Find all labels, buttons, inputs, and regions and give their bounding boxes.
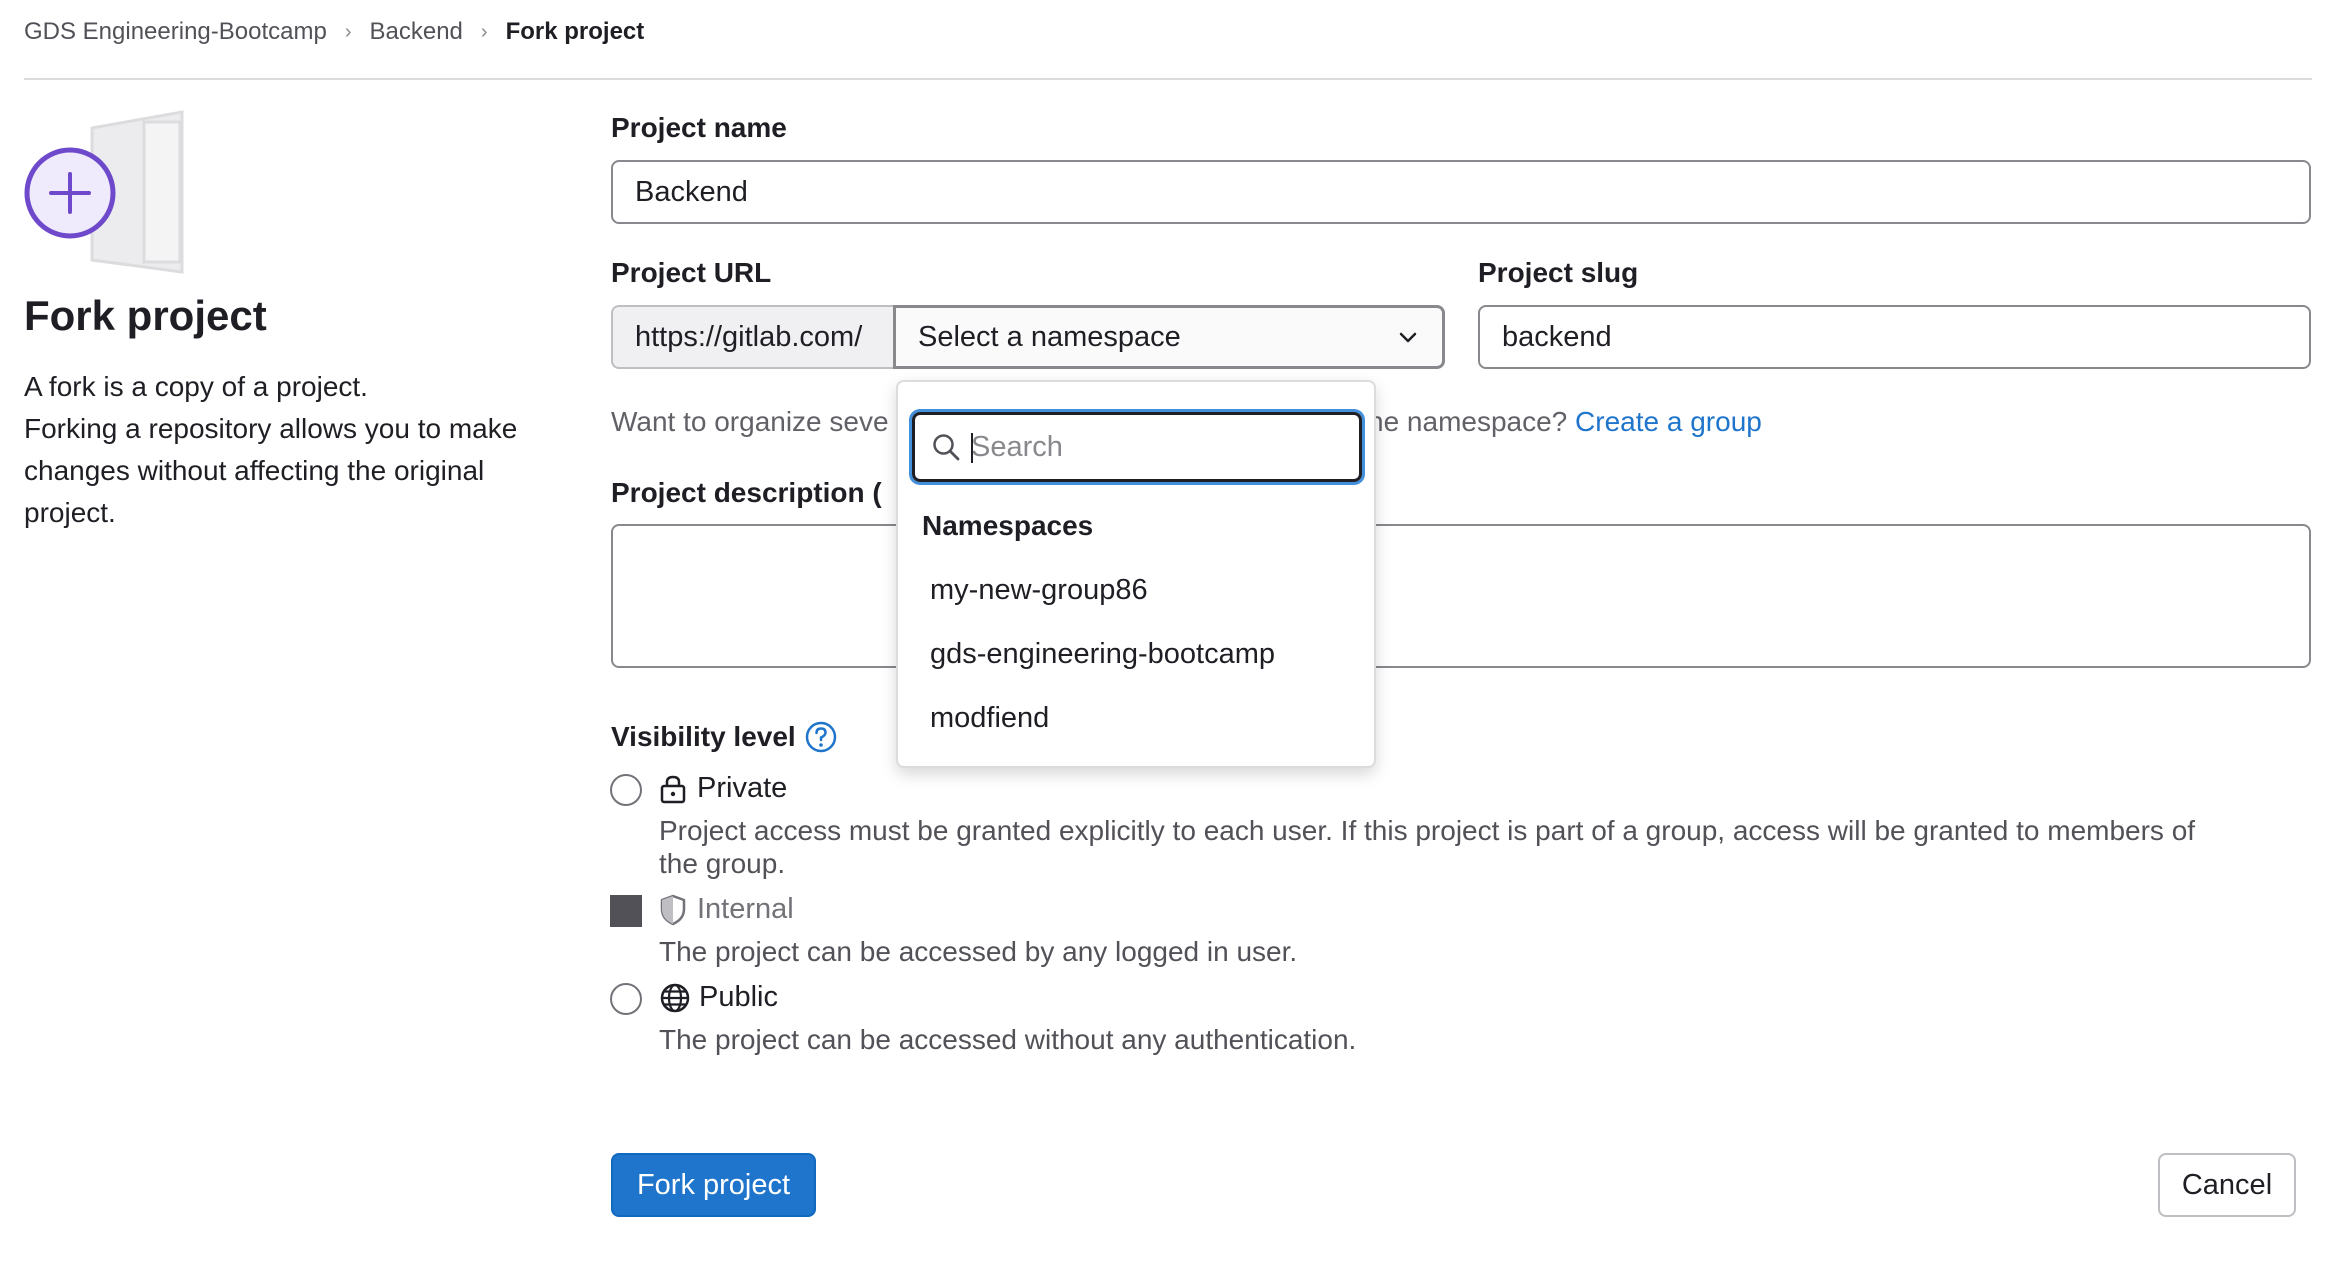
visibility-radio-private[interactable]: [610, 774, 642, 806]
question-circle-icon[interactable]: [804, 720, 838, 754]
private-description-line: the group.: [659, 848, 786, 879]
breadcrumb-item-project[interactable]: Backend: [370, 18, 463, 46]
project-description-textarea[interactable]: [611, 524, 2311, 668]
private-description: Project access must be granted explicitl…: [659, 814, 2195, 880]
fork-description-line: A fork is a copy of a project.: [24, 371, 368, 402]
organize-help-text-end: ne namespace? Create a group: [1368, 406, 1762, 438]
namespace-option[interactable]: modfiend: [930, 702, 1049, 735]
create-group-link[interactable]: Create a group: [1575, 406, 1762, 437]
namespace-search-input[interactable]: Search: [912, 412, 1362, 482]
visibility-radio-public[interactable]: [610, 983, 642, 1015]
fork-description-line: project.: [24, 497, 116, 528]
visibility-option-private: Private: [659, 772, 787, 805]
visibility-radio-internal[interactable]: [610, 895, 642, 927]
project-name-value: Backend: [635, 175, 748, 208]
fork-description-line: changes without affecting the original: [24, 455, 485, 486]
visibility-heading: Visibility level: [611, 720, 838, 754]
namespace-select-label: Select a namespace: [918, 320, 1181, 353]
fork-project-button[interactable]: Fork project: [611, 1153, 816, 1217]
namespace-select[interactable]: Select a namespace: [893, 305, 1445, 369]
visibility-option-public: Public: [659, 981, 778, 1014]
breadcrumb-item-current[interactable]: Fork project: [506, 18, 645, 46]
namespace-option[interactable]: my-new-group86: [930, 574, 1148, 607]
visibility-label: Visibility level: [611, 721, 796, 752]
internal-description-line: The project can be accessed by any logge…: [659, 936, 1298, 967]
namespace-search-placeholder: Search: [971, 430, 1063, 463]
project-url-label: Project URL: [611, 257, 772, 288]
chevron-down-icon: [1399, 332, 1417, 343]
cancel-button[interactable]: Cancel: [2158, 1153, 2296, 1217]
url-prefix-text: https://gitlab.com/: [635, 320, 863, 353]
organize-help-text-tail: ne namespace?: [1368, 406, 1568, 437]
internal-label: Internal: [697, 893, 794, 925]
project-description-label: Project description (: [611, 477, 882, 508]
private-description-line: Project access must be granted explicitl…: [659, 815, 2196, 846]
globe-icon: [660, 983, 690, 1012]
shield-icon: [660, 894, 686, 925]
plus-circle-icon: [24, 147, 116, 239]
public-description: The project can be accessed without any …: [659, 1023, 1356, 1056]
private-label: Private: [697, 772, 788, 804]
header-divider: [24, 78, 2312, 80]
project-slug-input[interactable]: backend: [1478, 305, 2311, 369]
project-name-input[interactable]: Backend: [611, 160, 2311, 224]
text-cursor: [971, 433, 973, 463]
project-slug-label: Project slug: [1478, 257, 1639, 288]
public-description-line: The project can be accessed without any …: [659, 1024, 1357, 1055]
lock-icon: [660, 775, 686, 803]
search-icon: [933, 434, 960, 461]
fork-illustration: [24, 110, 184, 274]
fork-description: A fork is a copy of a project. Forking a…: [24, 366, 564, 534]
namespace-dropdown: Search Namespaces my-new-group86 gds-eng…: [896, 380, 1376, 768]
visibility-option-internal: Internal: [659, 893, 794, 926]
chevron-right-icon: ›: [344, 20, 352, 43]
namespaces-header: Namespaces: [922, 510, 1094, 541]
organize-help-text: Want to organize seve: [611, 406, 889, 437]
breadcrumb-item-group[interactable]: GDS Engineering-Bootcamp: [24, 18, 327, 46]
internal-description: The project can be accessed by any logge…: [659, 935, 1297, 968]
project-slug-value: backend: [1502, 320, 1612, 353]
fork-description-line: Forking a repository allows you to make: [24, 413, 518, 444]
page-title: Fork project: [24, 292, 267, 339]
project-name-label: Project name: [611, 112, 787, 143]
url-prefix: https://gitlab.com/: [611, 305, 896, 369]
chevron-right-icon: ›: [480, 20, 488, 43]
public-label: Public: [699, 981, 778, 1013]
namespace-option[interactable]: gds-engineering-bootcamp: [930, 638, 1275, 671]
breadcrumb: GDS Engineering-Bootcamp › Backend › For…: [24, 14, 644, 50]
